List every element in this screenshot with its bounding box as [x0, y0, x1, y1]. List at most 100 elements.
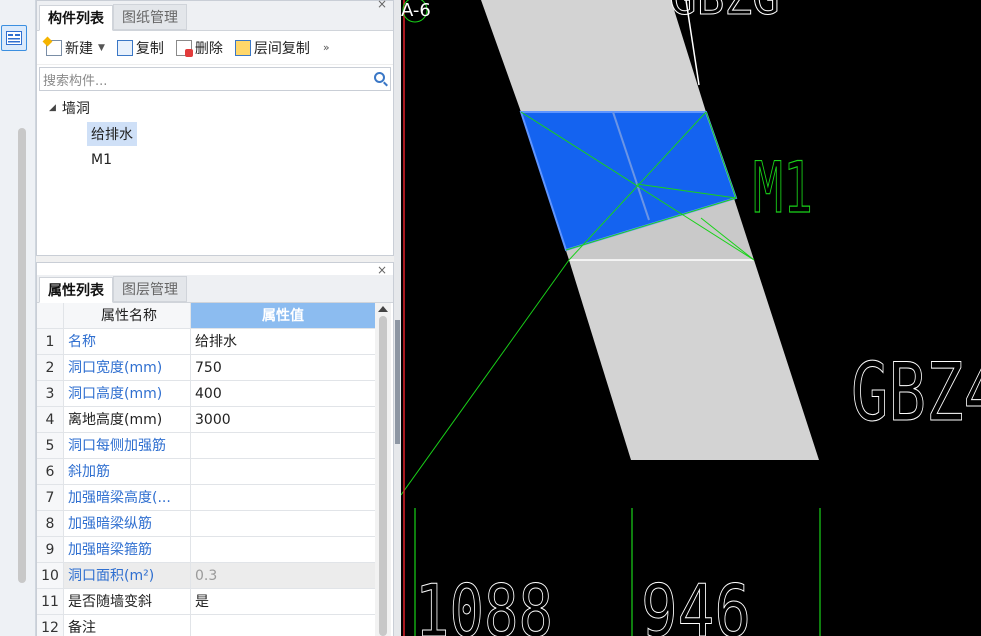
property-value[interactable]: 0.3 — [191, 563, 375, 588]
property-value[interactable]: 3000 — [191, 407, 375, 432]
property-table-scrollbar[interactable] — [375, 303, 391, 636]
dimension-text-right: 946 — [641, 569, 751, 636]
property-name: 洞口面积(m²) — [64, 563, 191, 588]
property-value[interactable] — [191, 511, 375, 536]
tree-node-label: 墙洞 — [61, 101, 90, 117]
tab-layer-management[interactable]: 图层管理 — [113, 276, 187, 302]
property-panel-tabs: 属性列表 图层管理 — [37, 275, 393, 303]
property-row-number: 10 — [37, 563, 64, 588]
panel-list-icon — [6, 31, 22, 45]
property-row[interactable]: 9 加强暗梁箍筋 — [37, 537, 375, 563]
property-name: 加强暗梁纵筋 — [64, 511, 191, 536]
property-row[interactable]: 3 洞口高度(mm) 400 — [37, 381, 375, 407]
copy-button-label: 复制 — [135, 40, 164, 57]
property-row-number: 5 — [37, 433, 64, 458]
property-row[interactable]: 12 备注 — [37, 615, 375, 636]
property-row[interactable]: 7 加强暗梁高度(... — [37, 485, 375, 511]
property-name: 离地高度(mm) — [64, 407, 191, 432]
property-row[interactable]: 1 名称 给排水 — [37, 329, 375, 355]
property-panel-toggle-button[interactable] — [1, 25, 27, 51]
property-row-number: 3 — [37, 381, 64, 406]
row-number-header — [37, 303, 64, 328]
copy-icon — [116, 39, 133, 56]
property-name: 加强暗梁箍筋 — [64, 537, 191, 562]
property-panel-close-icon[interactable]: × — [377, 263, 387, 277]
property-table-header: 属性名称 属性值 — [37, 303, 375, 329]
property-row-number: 7 — [37, 485, 64, 510]
property-name: 备注 — [64, 615, 191, 636]
property-value[interactable] — [191, 537, 375, 562]
tree-item-drainage[interactable]: 给排水 — [37, 121, 393, 147]
tree-item-label: 给排水 — [87, 122, 137, 146]
tree-item-m1[interactable]: M1 — [37, 147, 393, 173]
property-name: 洞口每侧加强筋 — [64, 433, 191, 458]
tree-node-wall-opening[interactable]: ◢ 墙洞 — [37, 95, 393, 121]
property-row[interactable]: 2 洞口宽度(mm) 750 — [37, 355, 375, 381]
delete-button[interactable]: 删除 — [171, 36, 228, 60]
property-name: 洞口宽度(mm) — [64, 355, 191, 380]
property-list-panel: × 属性列表 图层管理 属性名称 属性值 1 名称 给排水 2 洞口宽度(mm) 750 3… — [36, 262, 394, 636]
property-row[interactable]: 8 加强暗梁纵筋 — [37, 511, 375, 537]
collapse-triangle-icon[interactable]: ◢ — [49, 103, 56, 113]
property-row[interactable]: 4 离地高度(mm) 3000 — [37, 407, 375, 433]
property-value[interactable] — [191, 459, 375, 484]
new-button-label: 新建 — [65, 40, 93, 57]
property-row[interactable]: 11 是否随墙变斜是 — [37, 589, 375, 615]
component-toolbar: 新建 ▼ 复制 删除 层间复制 » — [37, 31, 393, 65]
tab-component-list[interactable]: 构件列表 — [39, 5, 113, 31]
property-name: 加强暗梁高度(... — [64, 485, 191, 510]
property-row[interactable]: 10 洞口面积(m²) 0.3 — [37, 563, 375, 589]
property-row[interactable]: 6 斜加筋 — [37, 459, 375, 485]
component-list-panel: × 构件列表 图纸管理 新建 ▼ 复制 删除 层间复制 » 搜索构件... ◢ … — [36, 0, 394, 256]
component-search-input[interactable]: 搜索构件... — [39, 67, 391, 91]
property-row-number: 12 — [37, 615, 64, 636]
search-icon[interactable] — [374, 72, 385, 83]
door-label: M1 — [753, 147, 813, 229]
property-name-header: 属性名称 — [64, 303, 191, 328]
cad-drawing[interactable]: A-6 GBZG M1 GBZ4 1088 946 — [401, 0, 981, 636]
property-value[interactable]: 400 — [191, 381, 375, 406]
property-name: 是否随墙变斜 — [64, 589, 191, 614]
property-row-number: 8 — [37, 511, 64, 536]
property-value[interactable] — [191, 615, 375, 636]
tab-drawing-management[interactable]: 图纸管理 — [113, 4, 187, 30]
drawing-canvas[interactable]: A-6 GBZG M1 GBZ4 1088 946 — [401, 0, 981, 636]
new-file-icon — [46, 39, 62, 56]
property-row-number: 2 — [37, 355, 64, 380]
left-strip-scrollbar[interactable] — [18, 128, 26, 583]
tab-property-list[interactable]: 属性列表 — [39, 277, 113, 303]
new-button[interactable]: 新建 ▼ — [41, 36, 110, 60]
tree-item-label: M1 — [91, 152, 112, 168]
floor-copy-button[interactable]: 层间复制 — [230, 36, 315, 60]
component-tree: ◢ 墙洞 给排水 M1 — [37, 91, 393, 173]
toolbar-more-icon[interactable]: » — [323, 41, 330, 54]
delete-icon — [175, 39, 193, 57]
top-component-label: GBZG — [669, 0, 780, 25]
copy-button[interactable]: 复制 — [112, 36, 169, 60]
property-row-number: 9 — [37, 537, 64, 562]
property-value[interactable]: 750 — [191, 355, 375, 380]
chevron-down-icon[interactable]: ▼ — [98, 43, 105, 53]
property-value[interactable] — [191, 433, 375, 458]
property-row-number: 6 — [37, 459, 64, 484]
property-name: 斜加筋 — [64, 459, 191, 484]
panel-splitter[interactable] — [394, 0, 401, 636]
wall-segment-lower[interactable] — [569, 260, 819, 460]
component-panel-tabs: 构件列表 图纸管理 — [37, 1, 393, 31]
property-value[interactable]: 给排水 — [191, 329, 375, 354]
property-value[interactable]: 是 — [191, 589, 375, 614]
left-tool-strip — [0, 0, 36, 636]
dimension-text-left: 1088 — [415, 569, 553, 636]
property-name: 洞口高度(mm) — [64, 381, 191, 406]
component-panel-close-icon[interactable]: × — [377, 0, 387, 11]
axis-label: A-6 — [401, 0, 431, 21]
property-table: 属性名称 属性值 1 名称 给排水 2 洞口宽度(mm) 750 3 洞口高度(mm) 400 4… — [37, 303, 375, 636]
property-value-header: 属性值 — [191, 303, 375, 328]
app-window: × 构件列表 图纸管理 新建 ▼ 复制 删除 层间复制 » 搜索构件... ◢ … — [0, 0, 981, 636]
property-row[interactable]: 5 洞口每侧加强筋 — [37, 433, 375, 459]
floor-copy-button-label: 层间复制 — [253, 40, 310, 57]
scroll-up-icon[interactable] — [378, 306, 388, 312]
scrollbar-thumb[interactable] — [379, 316, 387, 636]
splitter-grip-handle[interactable] — [395, 320, 400, 444]
property-value[interactable] — [191, 485, 375, 510]
